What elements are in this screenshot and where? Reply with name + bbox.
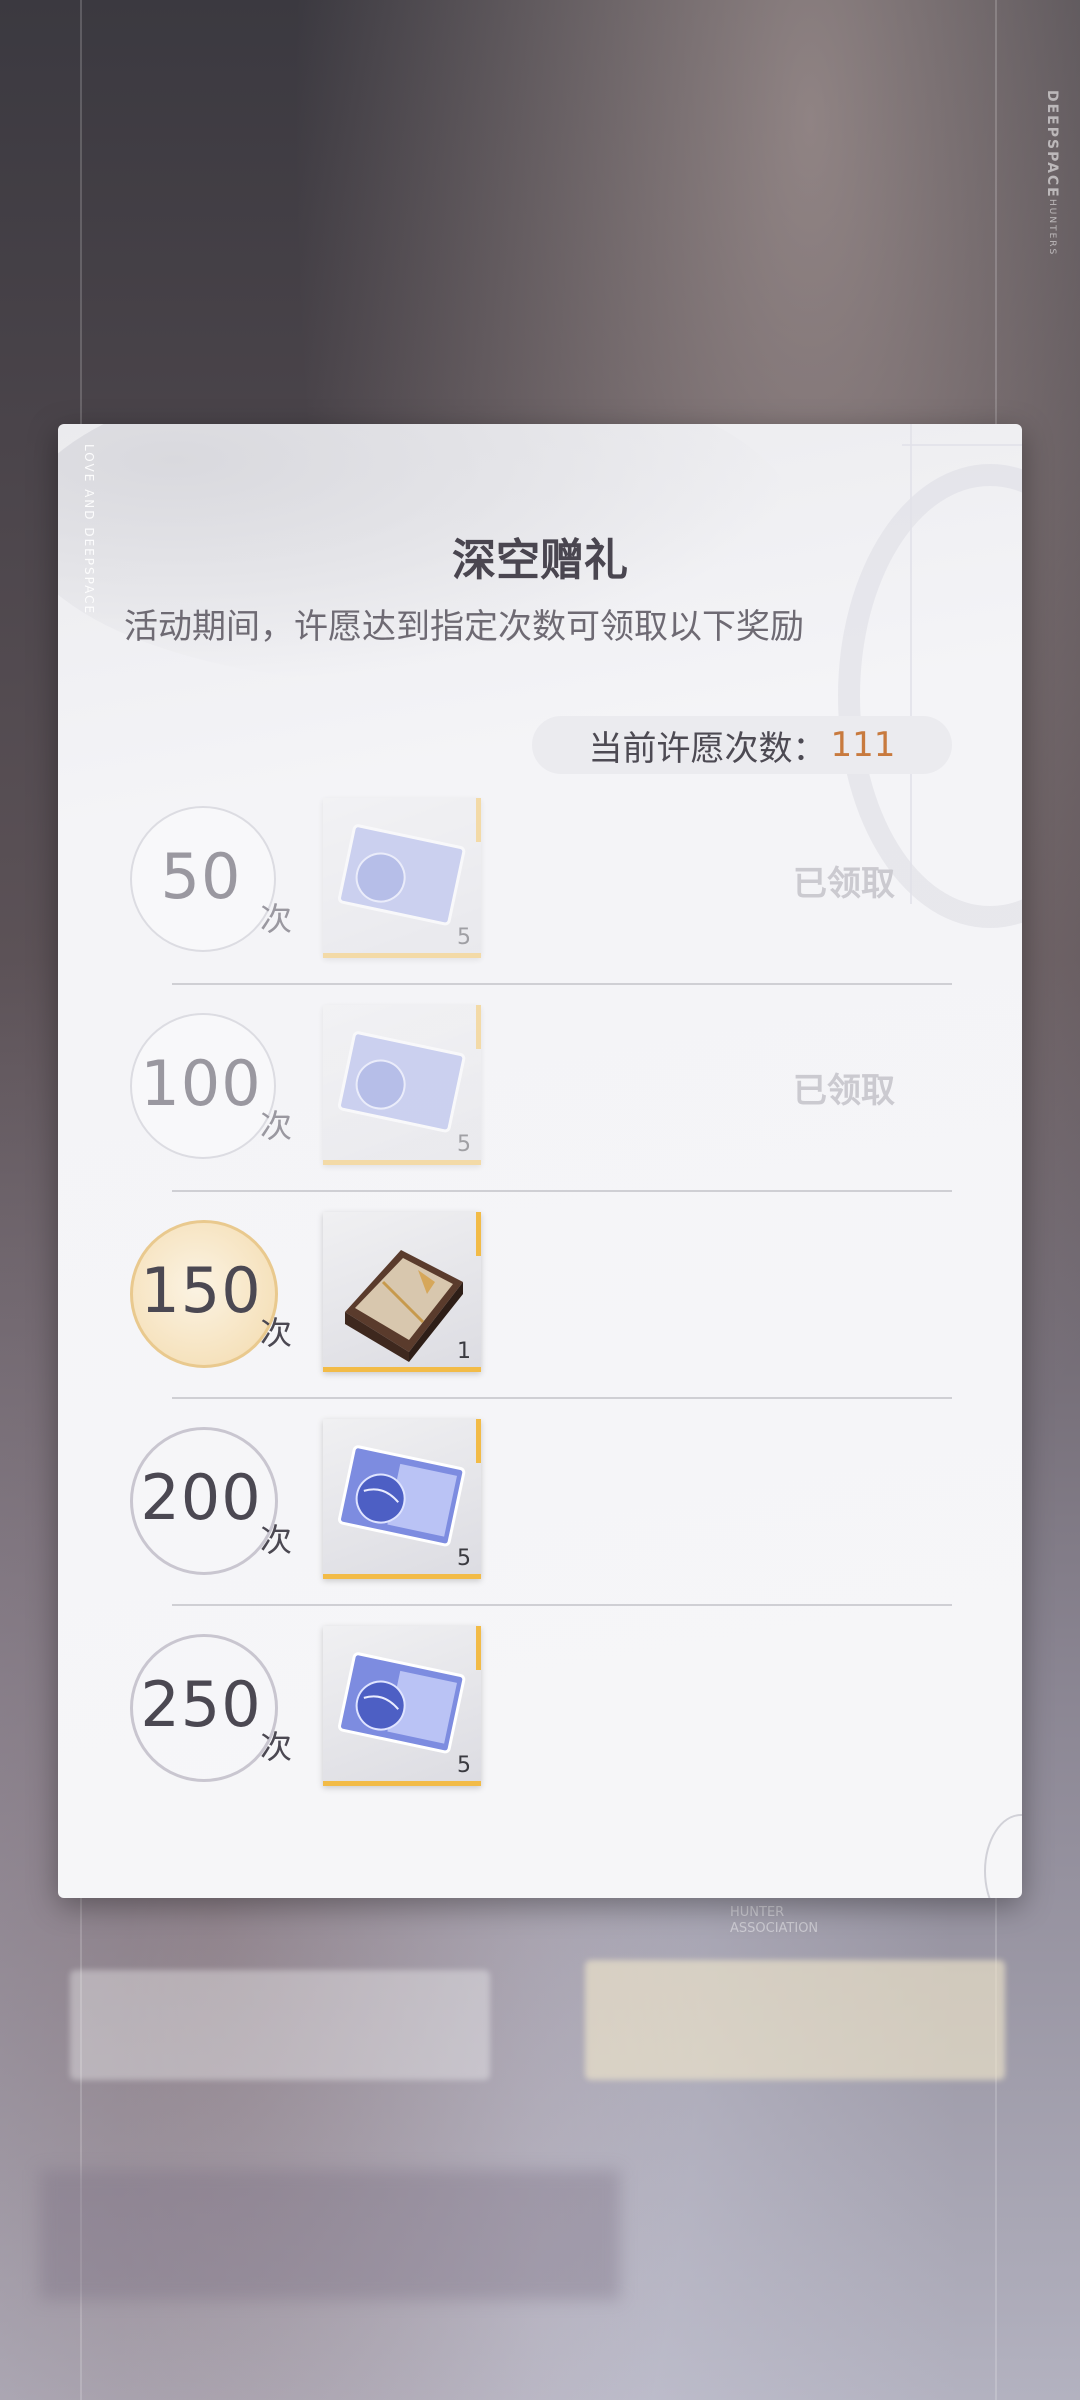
row-divider bbox=[172, 1397, 952, 1399]
threshold-number: 250 bbox=[140, 1668, 262, 1741]
wish-count-label: 当前许愿次数： bbox=[588, 728, 827, 769]
reward-item[interactable]: 5 bbox=[323, 1005, 481, 1165]
dialog-decoration bbox=[902, 444, 1022, 446]
deepspace-gift-dialog: LOVE AND DEEPSPACE 深空赠礼 活动期间，许愿达到指定次数可领取… bbox=[58, 424, 1022, 1898]
hunter-association-text: HUNTER ASSOCIATION bbox=[730, 1905, 819, 1936]
item-rarity-mark bbox=[476, 1626, 481, 1670]
row-divider bbox=[172, 1190, 952, 1192]
background-bottom-blur bbox=[40, 2170, 620, 2300]
claimed-status: 已领取 bbox=[793, 1071, 895, 1111]
item-rarity-mark bbox=[476, 1005, 481, 1049]
item-quantity: 5 bbox=[457, 1546, 471, 1571]
threshold-number: 200 bbox=[140, 1461, 262, 1534]
threshold-number: 100 bbox=[140, 1047, 262, 1120]
background-panel-left bbox=[70, 1970, 490, 2080]
reward-item[interactable]: 5 bbox=[323, 1419, 481, 1579]
item-rarity-bar bbox=[323, 953, 481, 958]
item-rarity-mark bbox=[476, 1212, 481, 1256]
threshold-unit: 次 bbox=[260, 900, 293, 938]
item-quantity: 1 bbox=[457, 1339, 471, 1364]
item-rarity-bar bbox=[323, 1574, 481, 1579]
item-rarity-bar bbox=[323, 1160, 481, 1165]
threshold-unit: 次 bbox=[260, 1728, 293, 1766]
item-quantity: 5 bbox=[457, 1132, 471, 1157]
dialog-subtitle: 活动期间，许愿达到指定次数可领取以下奖励 bbox=[124, 607, 804, 647]
threshold-number: 50 bbox=[160, 840, 242, 913]
item-rarity-bar bbox=[323, 1781, 481, 1786]
deepspace-watermark: DEEPSPACEHUNTERS bbox=[1044, 90, 1060, 256]
item-quantity: 5 bbox=[457, 1753, 471, 1778]
row-divider bbox=[172, 1604, 952, 1606]
reward-row: 250 次 5 bbox=[58, 1626, 1022, 1840]
wish-count-pill: 当前许愿次数： 111 bbox=[532, 716, 952, 774]
threshold-unit: 次 bbox=[260, 1521, 293, 1559]
claimed-status: 已领取 bbox=[793, 864, 895, 904]
threshold-unit: 次 bbox=[260, 1107, 293, 1145]
reward-item[interactable]: 5 bbox=[323, 1626, 481, 1786]
row-divider bbox=[172, 983, 952, 985]
threshold-unit: 次 bbox=[260, 1314, 293, 1352]
item-quantity: 5 bbox=[457, 925, 471, 950]
reward-item[interactable]: 5 bbox=[323, 798, 481, 958]
reward-row: 150 次 1 bbox=[58, 1212, 1022, 1426]
item-rarity-mark bbox=[476, 1419, 481, 1463]
wish-count-value: 111 bbox=[830, 725, 896, 765]
reward-row: 50 次 5 已领取 bbox=[58, 798, 1022, 1012]
item-rarity-mark bbox=[476, 798, 481, 842]
threshold-number: 150 bbox=[140, 1254, 262, 1327]
dialog-title: 深空赠礼 bbox=[452, 535, 628, 586]
reward-item[interactable]: 1 bbox=[323, 1212, 481, 1372]
background-panel-right bbox=[585, 1960, 1005, 2080]
item-rarity-bar bbox=[323, 1367, 481, 1372]
reward-row: 100 次 5 已领取 bbox=[58, 1005, 1022, 1219]
reward-row: 200 次 5 bbox=[58, 1419, 1022, 1633]
